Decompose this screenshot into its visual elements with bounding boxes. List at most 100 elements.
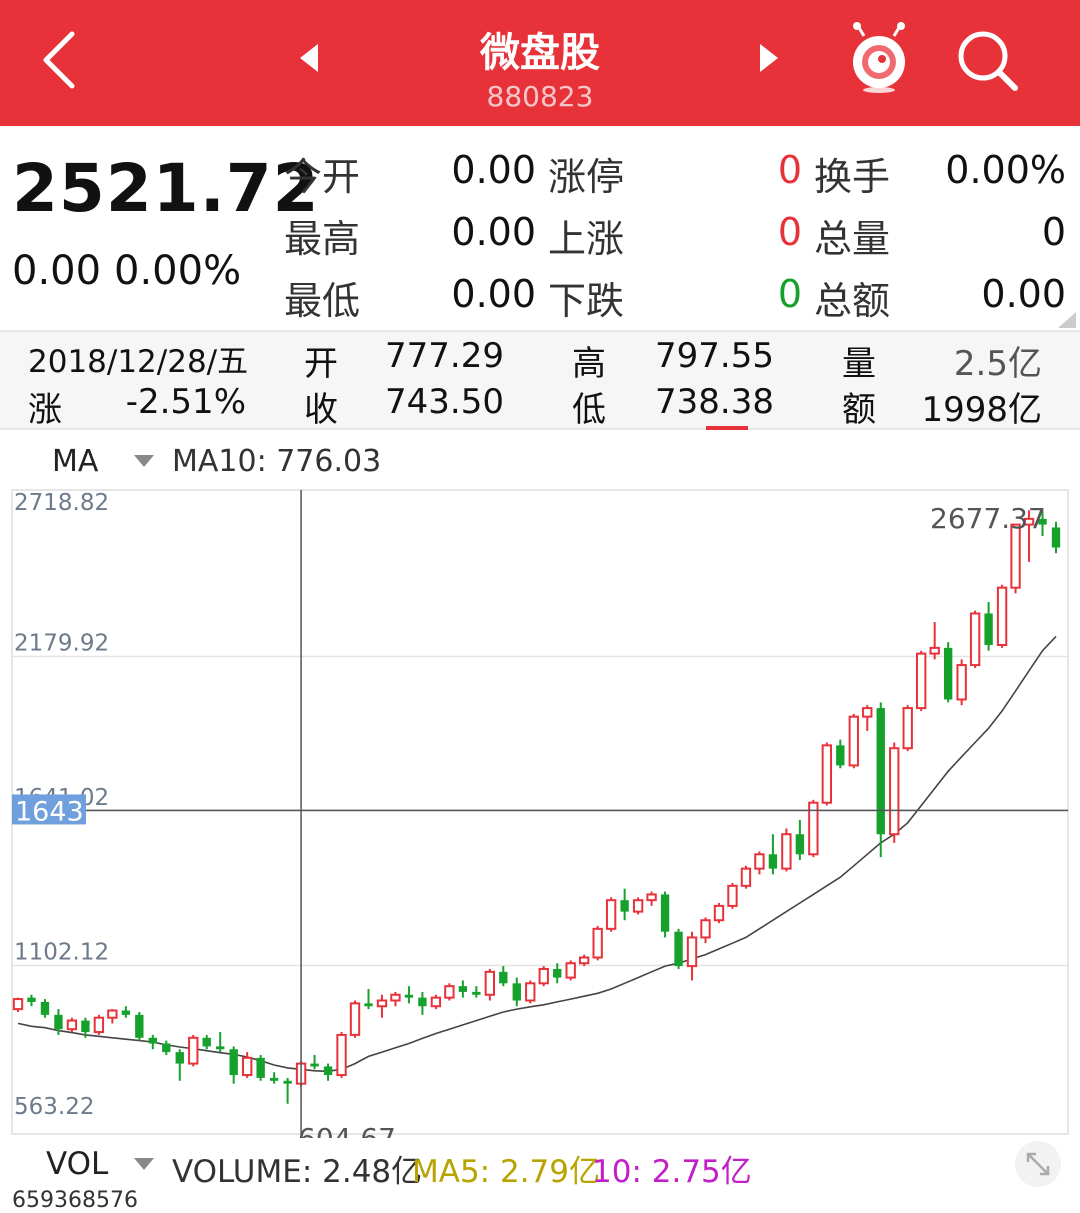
ma-indicator-label[interactable]: MA bbox=[52, 444, 98, 479]
ma10-value: MA10: 776.03 bbox=[172, 444, 382, 479]
price-change: 0.00 bbox=[12, 248, 102, 294]
candle-body-down bbox=[620, 900, 629, 912]
candle-body-up bbox=[713, 904, 725, 922]
candle-body-down bbox=[984, 613, 993, 646]
value-limit-up: 0 bbox=[777, 148, 802, 192]
candle-body-down bbox=[40, 1001, 50, 1015]
volume-indicator-label[interactable]: VOL bbox=[46, 1146, 108, 1182]
volume-ma10: 10: 2.75亿 bbox=[592, 1154, 752, 1190]
candle-body-up bbox=[390, 993, 401, 1002]
back-arrow-icon[interactable] bbox=[36, 30, 86, 90]
candle-body-up bbox=[241, 1056, 253, 1077]
label-total-volume: 总量 bbox=[814, 217, 891, 261]
y-tick-label: 2179.92 bbox=[14, 631, 109, 657]
detail-date: 2018/12/28/五 bbox=[28, 344, 249, 380]
candle-body-up bbox=[632, 899, 644, 913]
candle-body-down bbox=[1051, 527, 1061, 548]
price-change-percent: 0.00% bbox=[114, 248, 242, 294]
detail-amount-value: 1998亿 bbox=[921, 390, 1042, 430]
value-total-amount: 0.00 bbox=[981, 272, 1066, 316]
candle-body-down bbox=[162, 1043, 171, 1053]
stock-name-title: 微盘股 bbox=[480, 30, 600, 76]
label-declining: 下跌 bbox=[548, 279, 625, 323]
expand-fullscreen-icon[interactable] bbox=[1014, 1140, 1062, 1188]
candle-body-down bbox=[121, 1010, 131, 1015]
detail-change-label: 涨 bbox=[28, 390, 62, 430]
candle-body-down bbox=[404, 994, 414, 998]
value-declining: 0 bbox=[777, 272, 802, 316]
current-price: 2521.72 bbox=[12, 150, 320, 227]
candle-body-up bbox=[336, 1033, 347, 1077]
candle-body-down bbox=[54, 1014, 63, 1030]
detail-change-value: -2.51% bbox=[125, 382, 246, 422]
collapse-corner-icon[interactable] bbox=[1058, 312, 1076, 328]
candle-body-down bbox=[674, 931, 683, 967]
candle-body-down bbox=[472, 991, 481, 995]
candle-body-down bbox=[364, 1003, 373, 1007]
candle-body-up bbox=[646, 893, 657, 902]
y-tick-label: 1102.12 bbox=[14, 940, 109, 966]
candle-body-down bbox=[175, 1052, 184, 1064]
volume-value: VOLUME: 2.48亿 bbox=[172, 1154, 423, 1190]
candle-body-up bbox=[565, 962, 576, 979]
candle-body-up bbox=[929, 646, 940, 655]
max-price-label: 2677.37 bbox=[930, 502, 1046, 535]
dropdown-triangle-icon[interactable] bbox=[134, 1158, 154, 1170]
previous-stock-icon[interactable] bbox=[298, 42, 320, 74]
candle-body-down bbox=[512, 983, 521, 1001]
candlestick-chart[interactable]: 2718.822179.921641.021102.12563.22164326… bbox=[0, 488, 1080, 1138]
detail-high-label: 高 bbox=[572, 344, 606, 384]
candle-body-up bbox=[902, 707, 913, 750]
detail-amount-label: 额 bbox=[842, 390, 876, 430]
value-advancing: 0 bbox=[777, 210, 802, 254]
candle-body-down bbox=[229, 1049, 238, 1076]
divider bbox=[0, 428, 1080, 430]
candle-body-down bbox=[256, 1057, 265, 1078]
candle-body-down bbox=[310, 1063, 319, 1067]
label-high: 最高 bbox=[284, 217, 361, 261]
candle-body-up bbox=[376, 999, 388, 1008]
candle-body-down bbox=[202, 1037, 211, 1047]
candle-body-down bbox=[499, 971, 508, 984]
y-tick-label: 563.22 bbox=[14, 1094, 94, 1120]
mascot-assistant-icon[interactable] bbox=[846, 22, 912, 94]
top-nav-bar: 微盘股 880823 bbox=[0, 0, 1080, 126]
stock-code: 880823 bbox=[486, 80, 594, 113]
candle-body-up bbox=[848, 715, 859, 767]
candle-detail-strip: 2018/12/28/五 涨 -2.51% 开 777.29 收 743.50 … bbox=[0, 332, 1080, 430]
candle-body-up bbox=[579, 956, 590, 965]
value-low: 0.00 bbox=[451, 272, 536, 316]
active-tab-indicator bbox=[706, 426, 748, 430]
candle-body-up bbox=[107, 1009, 118, 1019]
label-advancing: 上涨 bbox=[548, 217, 625, 261]
dropdown-triangle-icon[interactable] bbox=[134, 455, 154, 467]
candle-body-up bbox=[956, 664, 967, 701]
candle-body-up bbox=[862, 707, 873, 718]
candle-body-down bbox=[768, 854, 778, 869]
next-stock-icon[interactable] bbox=[758, 42, 780, 74]
candle-body-down bbox=[458, 986, 468, 992]
candle-body-up bbox=[916, 652, 927, 710]
candle-body-up bbox=[686, 936, 698, 968]
detail-low-value: 738.38 bbox=[655, 382, 774, 422]
candle-body-down bbox=[553, 968, 562, 978]
candle-body-down bbox=[836, 745, 845, 766]
candle-body-up bbox=[66, 1019, 78, 1031]
chart-frame bbox=[11, 489, 1069, 1135]
detail-close-label: 收 bbox=[304, 390, 338, 430]
value-total-volume: 0 bbox=[1041, 210, 1066, 254]
candle-body-down bbox=[148, 1037, 157, 1044]
candle-body-up bbox=[484, 970, 495, 996]
candle-body-up bbox=[996, 586, 1008, 647]
volume-ma5: MA5: 2.79亿 bbox=[412, 1154, 600, 1190]
candle-body-up bbox=[969, 612, 981, 667]
candle-body-up bbox=[430, 996, 442, 1008]
volume-axis-top-value: 659368576 bbox=[12, 1188, 138, 1213]
candle-body-up bbox=[727, 884, 738, 907]
label-turnover: 换手 bbox=[814, 155, 891, 199]
candle-body-up bbox=[821, 744, 833, 804]
search-icon[interactable] bbox=[955, 28, 1019, 92]
candle-body-down bbox=[81, 1020, 90, 1033]
detail-volume-label: 量 bbox=[842, 344, 876, 384]
candle-body-down bbox=[269, 1077, 279, 1081]
